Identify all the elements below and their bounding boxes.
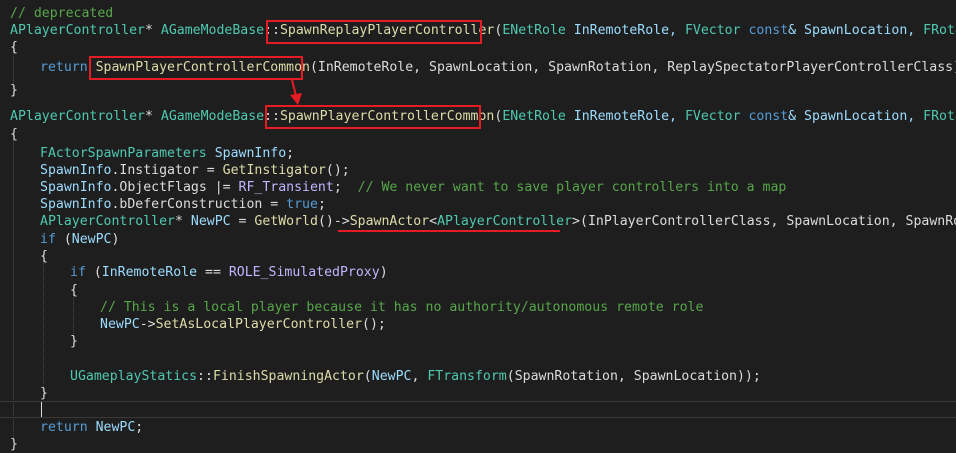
arrow-icon: [290, 79, 302, 105]
code-editor[interactable]: // deprecated APlayerController* AGameMo…: [0, 0, 956, 452]
